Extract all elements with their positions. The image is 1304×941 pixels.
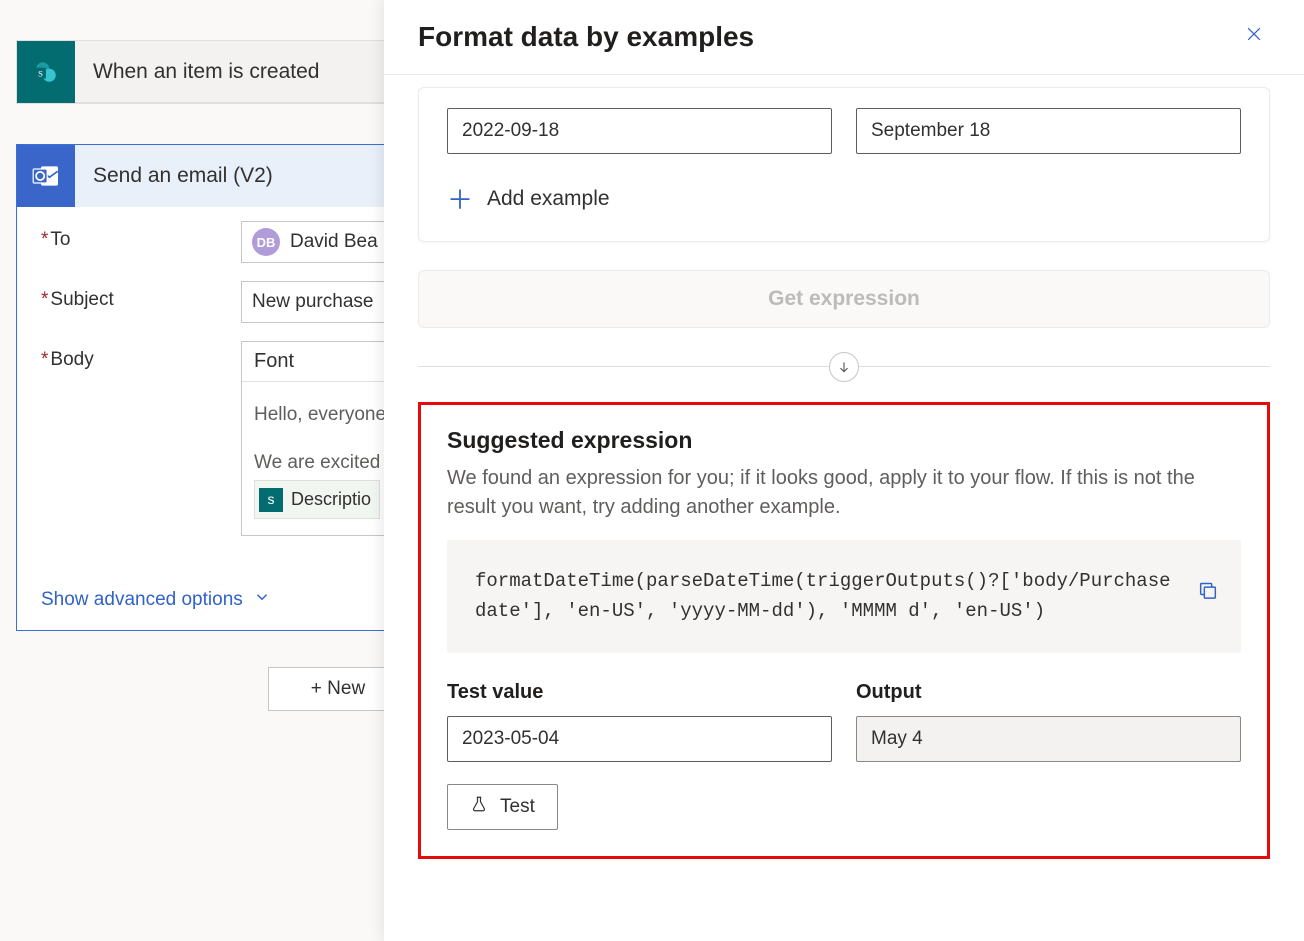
panel-body: ＋ Add example Get expression Suggested e… [384, 87, 1304, 859]
plus-icon: ＋ [447, 180, 473, 217]
close-icon [1244, 24, 1264, 49]
expression-code: formatDateTime(parseDateTime(triggerOutp… [447, 540, 1241, 653]
subject-value: New purchase [252, 291, 373, 313]
close-button[interactable] [1238, 18, 1270, 56]
add-example-button[interactable]: ＋ Add example [447, 180, 1241, 217]
outlook-icon [17, 145, 75, 207]
arrow-divider [418, 342, 1270, 392]
svg-text:S: S [38, 68, 43, 78]
format-data-panel: Format data by examples ＋ Add example Ge… [384, 0, 1304, 941]
code-text: formatDateTime(parseDateTime(triggerOutp… [475, 570, 1171, 622]
panel-header: Format data by examples [384, 0, 1304, 75]
example-output[interactable] [856, 108, 1241, 154]
arrow-down-icon [829, 352, 859, 382]
flask-icon [470, 795, 488, 819]
subject-label: *Subject [41, 281, 241, 311]
sharepoint-icon: s [259, 488, 283, 512]
to-label: *To [41, 221, 241, 251]
example-input[interactable] [447, 108, 832, 154]
output-value: May 4 [856, 716, 1241, 762]
examples-card: ＋ Add example [418, 87, 1270, 242]
dynamic-token[interactable]: s Descriptio [254, 480, 380, 518]
copy-icon [1197, 586, 1219, 608]
test-value-input[interactable] [447, 716, 832, 762]
get-expression-button[interactable]: Get expression [418, 270, 1270, 328]
test-value-col: Test value [447, 681, 832, 762]
copy-button[interactable] [1197, 580, 1219, 612]
output-label: Output [856, 681, 1241, 704]
panel-title: Format data by examples [418, 21, 754, 53]
test-section: Test value Output May 4 [447, 681, 1241, 762]
suggested-expression-card: Suggested expression We found an express… [418, 402, 1270, 859]
test-value-label: Test value [447, 681, 832, 704]
output-col: Output May 4 [856, 681, 1241, 762]
chevron-down-icon [253, 588, 271, 612]
body-label: *Body [41, 341, 241, 371]
token-label: Descriptio [291, 483, 371, 515]
to-value: David Bea [290, 231, 378, 253]
test-button[interactable]: Test [447, 784, 558, 830]
avatar: DB [252, 228, 280, 256]
sharepoint-icon: S [17, 41, 75, 103]
suggested-description: We found an expression for you; if it lo… [447, 464, 1241, 522]
trigger-title: When an item is created [75, 60, 319, 84]
body-line2: We are excited [254, 452, 380, 473]
email-title: Send an email (V2) [75, 164, 273, 188]
suggested-heading: Suggested expression [447, 427, 1241, 454]
example-row [447, 108, 1241, 154]
